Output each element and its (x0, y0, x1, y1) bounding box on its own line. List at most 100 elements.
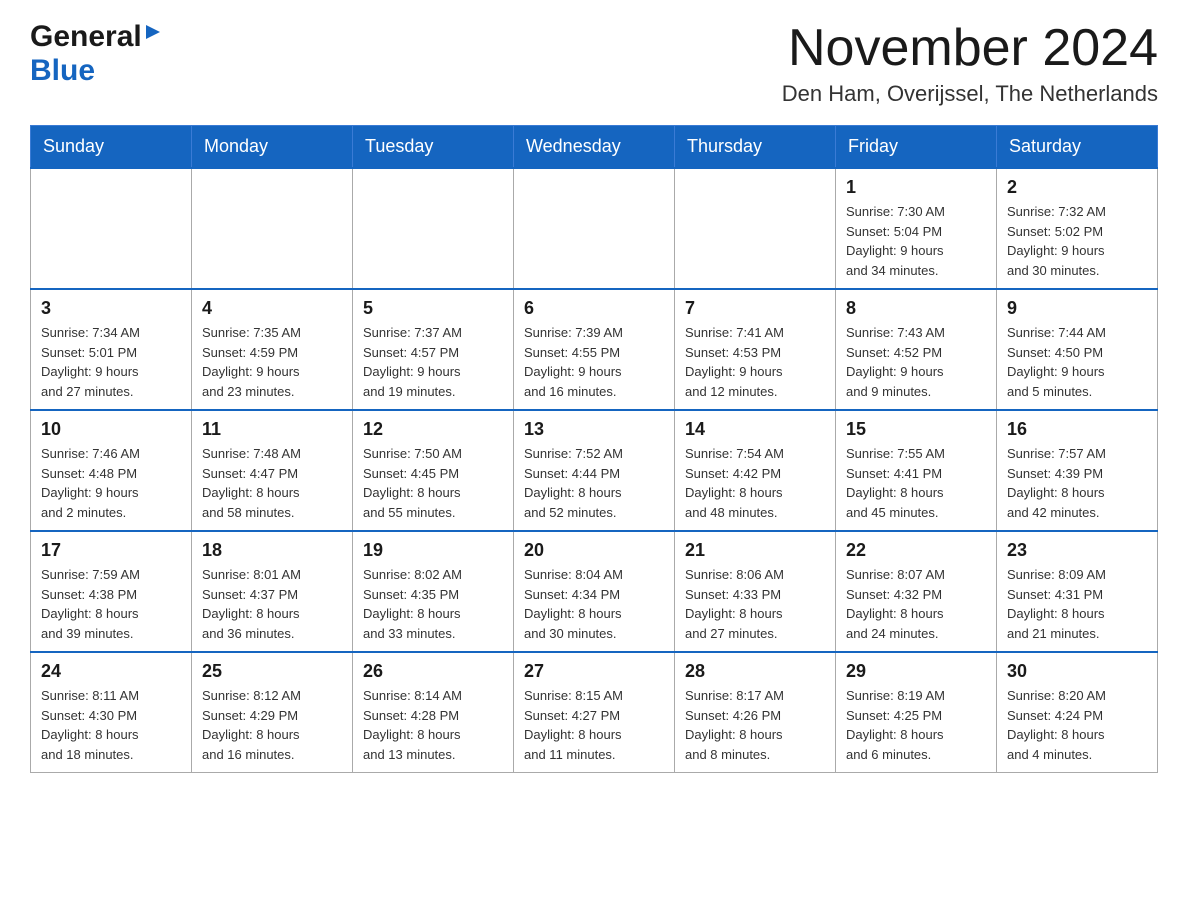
calendar-table: SundayMondayTuesdayWednesdayThursdayFrid… (30, 125, 1158, 773)
day-number: 29 (846, 661, 986, 682)
day-info: Sunrise: 7:43 AM Sunset: 4:52 PM Dayligh… (846, 323, 986, 401)
calendar-week-row: 3 Sunrise: 7:34 AM Sunset: 5:01 PM Daylig… (31, 289, 1158, 410)
calendar-cell: 9Sunrise: 7:44 AM Sunset: 4:50 PM Daylig… (997, 289, 1158, 410)
day-info: Sunrise: 7:34 AM Sunset: 5:01 PM Dayligh… (41, 323, 181, 401)
calendar-cell: 25 Sunrise: 8:12 AM Sunset: 4:29 PM Dayli… (192, 652, 353, 773)
calendar-cell: 8 Sunrise: 7:43 AM Sunset: 4:52 PM Daylig… (836, 289, 997, 410)
day-number: 2 (1007, 177, 1147, 198)
day-number: 25 (202, 661, 342, 682)
day-number: 13 (524, 419, 664, 440)
day-header-friday: Friday (836, 126, 997, 169)
calendar-cell: 17 Sunrise: 7:59 AM Sunset: 4:38 PM Dayli… (31, 531, 192, 652)
calendar-week-row: 24 Sunrise: 8:11 AM Sunset: 4:30 PM Dayli… (31, 652, 1158, 773)
header: General Blue November 2024 Den Ham, Over… (30, 20, 1158, 107)
day-number: 11 (202, 419, 342, 440)
calendar-cell: 19 Sunrise: 8:02 AM Sunset: 4:35 PM Dayli… (353, 531, 514, 652)
day-number: 3 (41, 298, 181, 319)
day-number: 5 (363, 298, 503, 319)
page-title: November 2024 (782, 20, 1158, 77)
day-header-thursday: Thursday (675, 126, 836, 169)
day-info: Sunrise: 7:44 AM Sunset: 4:50 PM Dayligh… (1007, 323, 1147, 401)
day-info: Sunrise: 7:50 AM Sunset: 4:45 PM Dayligh… (363, 444, 503, 522)
day-info: Sunrise: 7:57 AM Sunset: 4:39 PM Dayligh… (1007, 444, 1147, 522)
calendar-cell: 2 Sunrise: 7:32 AM Sunset: 5:02 PM Daylig… (997, 168, 1158, 289)
day-number: 16 (1007, 419, 1147, 440)
calendar-cell: 23 Sunrise: 8:09 AM Sunset: 4:31 PM Dayli… (997, 531, 1158, 652)
calendar-cell: 18 Sunrise: 8:01 AM Sunset: 4:37 PM Dayli… (192, 531, 353, 652)
calendar-cell: 26 Sunrise: 8:14 AM Sunset: 4:28 PM Dayli… (353, 652, 514, 773)
day-info: Sunrise: 7:39 AM Sunset: 4:55 PM Dayligh… (524, 323, 664, 401)
day-info: Sunrise: 7:46 AM Sunset: 4:48 PM Dayligh… (41, 444, 181, 522)
day-number: 23 (1007, 540, 1147, 561)
day-info: Sunrise: 8:06 AM Sunset: 4:33 PM Dayligh… (685, 565, 825, 643)
calendar-cell: 12Sunrise: 7:50 AM Sunset: 4:45 PM Dayli… (353, 410, 514, 531)
day-header-tuesday: Tuesday (353, 126, 514, 169)
calendar-cell: 7 Sunrise: 7:41 AM Sunset: 4:53 PM Daylig… (675, 289, 836, 410)
calendar-cell: 15Sunrise: 7:55 AM Sunset: 4:41 PM Dayli… (836, 410, 997, 531)
day-info: Sunrise: 7:54 AM Sunset: 4:42 PM Dayligh… (685, 444, 825, 522)
calendar-cell: 30 Sunrise: 8:20 AM Sunset: 4:24 PM Dayli… (997, 652, 1158, 773)
calendar-cell (31, 168, 192, 289)
day-number: 7 (685, 298, 825, 319)
day-number: 1 (846, 177, 986, 198)
title-area: November 2024 Den Ham, Overijssel, The N… (782, 20, 1158, 107)
day-number: 15 (846, 419, 986, 440)
day-info: Sunrise: 8:12 AM Sunset: 4:29 PM Dayligh… (202, 686, 342, 764)
day-info: Sunrise: 8:09 AM Sunset: 4:31 PM Dayligh… (1007, 565, 1147, 643)
day-number: 26 (363, 661, 503, 682)
calendar-cell (192, 168, 353, 289)
day-info: Sunrise: 8:07 AM Sunset: 4:32 PM Dayligh… (846, 565, 986, 643)
calendar-cell (514, 168, 675, 289)
day-number: 18 (202, 540, 342, 561)
logo-general-text: General (30, 20, 142, 54)
calendar-cell: 5 Sunrise: 7:37 AM Sunset: 4:57 PM Daylig… (353, 289, 514, 410)
day-info: Sunrise: 7:48 AM Sunset: 4:47 PM Dayligh… (202, 444, 342, 522)
day-header-saturday: Saturday (997, 126, 1158, 169)
day-header-monday: Monday (192, 126, 353, 169)
day-info: Sunrise: 8:20 AM Sunset: 4:24 PM Dayligh… (1007, 686, 1147, 764)
day-number: 6 (524, 298, 664, 319)
day-number: 8 (846, 298, 986, 319)
day-number: 17 (41, 540, 181, 561)
day-info: Sunrise: 7:41 AM Sunset: 4:53 PM Dayligh… (685, 323, 825, 401)
day-info: Sunrise: 8:14 AM Sunset: 4:28 PM Dayligh… (363, 686, 503, 764)
day-info: Sunrise: 8:19 AM Sunset: 4:25 PM Dayligh… (846, 686, 986, 764)
calendar-week-row: 17 Sunrise: 7:59 AM Sunset: 4:38 PM Dayli… (31, 531, 1158, 652)
calendar-cell: 10Sunrise: 7:46 AM Sunset: 4:48 PM Dayli… (31, 410, 192, 531)
calendar-cell: 4 Sunrise: 7:35 AM Sunset: 4:59 PM Daylig… (192, 289, 353, 410)
calendar-cell: 22Sunrise: 8:07 AM Sunset: 4:32 PM Dayli… (836, 531, 997, 652)
day-header-sunday: Sunday (31, 126, 192, 169)
calendar-cell: 1 Sunrise: 7:30 AM Sunset: 5:04 PM Daylig… (836, 168, 997, 289)
day-number: 24 (41, 661, 181, 682)
day-info: Sunrise: 8:04 AM Sunset: 4:34 PM Dayligh… (524, 565, 664, 643)
day-info: Sunrise: 8:02 AM Sunset: 4:35 PM Dayligh… (363, 565, 503, 643)
day-number: 19 (363, 540, 503, 561)
calendar-cell: 24 Sunrise: 8:11 AM Sunset: 4:30 PM Dayli… (31, 652, 192, 773)
calendar-cell: 14Sunrise: 7:54 AM Sunset: 4:42 PM Dayli… (675, 410, 836, 531)
day-info: Sunrise: 8:11 AM Sunset: 4:30 PM Dayligh… (41, 686, 181, 764)
calendar-cell: 16 Sunrise: 7:57 AM Sunset: 4:39 PM Dayli… (997, 410, 1158, 531)
day-number: 28 (685, 661, 825, 682)
day-header-wednesday: Wednesday (514, 126, 675, 169)
calendar-cell: 29 Sunrise: 8:19 AM Sunset: 4:25 PM Dayli… (836, 652, 997, 773)
calendar-cell: 6 Sunrise: 7:39 AM Sunset: 4:55 PM Daylig… (514, 289, 675, 410)
day-info: Sunrise: 8:01 AM Sunset: 4:37 PM Dayligh… (202, 565, 342, 643)
day-info: Sunrise: 7:52 AM Sunset: 4:44 PM Dayligh… (524, 444, 664, 522)
calendar-cell: 13 Sunrise: 7:52 AM Sunset: 4:44 PM Dayli… (514, 410, 675, 531)
calendar-cell: 27 Sunrise: 8:15 AM Sunset: 4:27 PM Dayli… (514, 652, 675, 773)
calendar-header-row: SundayMondayTuesdayWednesdayThursdayFrid… (31, 126, 1158, 169)
day-info: Sunrise: 8:17 AM Sunset: 4:26 PM Dayligh… (685, 686, 825, 764)
day-number: 30 (1007, 661, 1147, 682)
day-info: Sunrise: 7:30 AM Sunset: 5:04 PM Dayligh… (846, 202, 986, 280)
day-info: Sunrise: 7:37 AM Sunset: 4:57 PM Dayligh… (363, 323, 503, 401)
day-info: Sunrise: 7:32 AM Sunset: 5:02 PM Dayligh… (1007, 202, 1147, 280)
calendar-week-row: 1 Sunrise: 7:30 AM Sunset: 5:04 PM Daylig… (31, 168, 1158, 289)
day-info: Sunrise: 8:15 AM Sunset: 4:27 PM Dayligh… (524, 686, 664, 764)
day-number: 4 (202, 298, 342, 319)
day-number: 27 (524, 661, 664, 682)
calendar-cell (353, 168, 514, 289)
day-info: Sunrise: 7:35 AM Sunset: 4:59 PM Dayligh… (202, 323, 342, 401)
calendar-cell: 20 Sunrise: 8:04 AM Sunset: 4:34 PM Dayli… (514, 531, 675, 652)
day-info: Sunrise: 7:59 AM Sunset: 4:38 PM Dayligh… (41, 565, 181, 643)
day-number: 20 (524, 540, 664, 561)
